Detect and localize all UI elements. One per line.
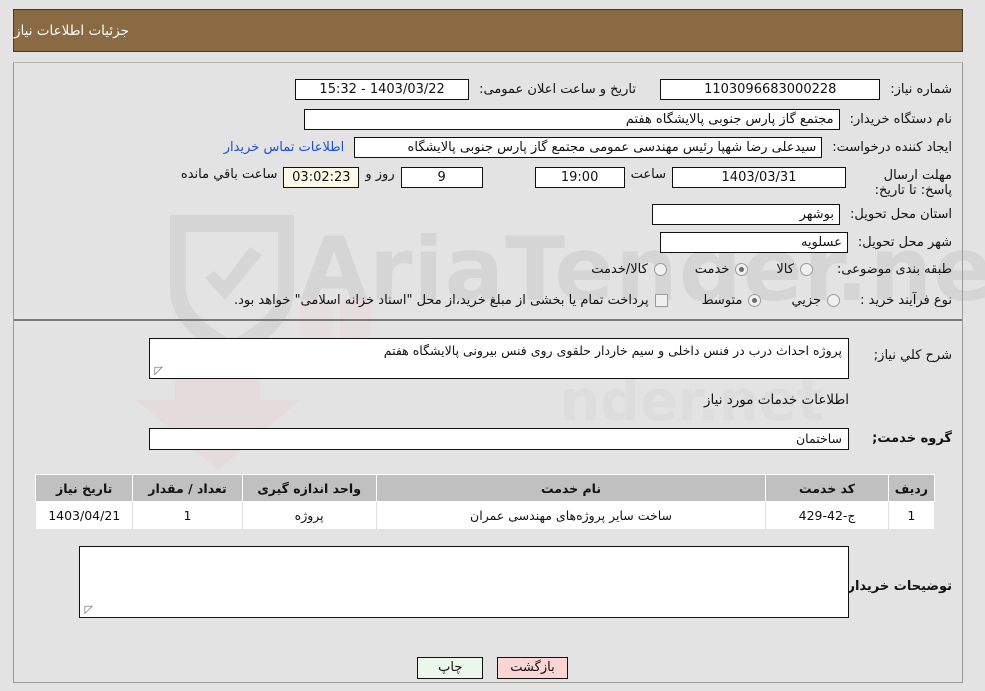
process-label-jozie: جزیي (791, 293, 822, 308)
col-unit: واحد اندازه گیری (241, 474, 377, 502)
row-service-group: گروه خدمت; (872, 431, 952, 446)
services-info-title: اطلاعات خدمات مورد نیاز (704, 392, 849, 408)
category-label-khedmat: خدمت (694, 262, 730, 277)
need-number-value: 1103096683000228 (660, 79, 881, 100)
remaining-clock-label: ساعت باقي مانده (180, 167, 278, 182)
row-summary: شرح کلي نیاز; (874, 342, 952, 363)
treasury-checkbox-label: پرداخت تمام یا بخشی از مبلغ خرید،از محل … (234, 293, 649, 308)
page-header-bar: جزئیات اطلاعات نیاز (13, 9, 963, 52)
cell-unit: پروژه (241, 501, 377, 530)
deadline-time-label: ساعت (630, 167, 666, 182)
row-requester: ایجاد کننده درخواست: سیدعلی رضا شهپا رئی… (224, 137, 952, 158)
service-group-field[interactable]: ساختمان (149, 428, 849, 450)
public-announce-value: 1403/03/22 - 15:32 (295, 79, 470, 100)
col-service-code: کد خدمت (765, 474, 889, 502)
province-value: بوشهر (652, 204, 841, 225)
col-service-name: نام خدمت (375, 474, 767, 502)
table-row: 1 ج-42-429 ساخت سایر پروژه‌های مهندسی عم… (34, 501, 936, 530)
print-button[interactable]: چاپ (417, 657, 484, 679)
row-public-announce: تاریخ و ساعت اعلان عمومی: 1403/03/22 - 1… (295, 79, 636, 100)
public-announce-label: تاریخ و ساعت اعلان عمومی: (479, 82, 636, 97)
service-details-section: شرح کلي نیاز; پروژه احداث درب در فنس داخ… (14, 324, 962, 682)
service-group-value: ساختمان (796, 431, 842, 446)
services-table: ردیف کد خدمت نام خدمت واحد اندازه گیری ت… (34, 474, 936, 530)
page-title: جزئیات اطلاعات نیاز (14, 22, 129, 39)
treasury-checkbox-group[interactable]: پرداخت تمام یا بخشی از مبلغ خرید،از محل … (234, 293, 668, 308)
category-label: طبقه بندی موضوعی: (836, 262, 952, 277)
service-group-label: گروه خدمت; (872, 431, 952, 446)
requester-label: ایجاد کننده درخواست: (832, 140, 952, 155)
buyer-notes-label: توضیحات خریدار; (842, 579, 952, 594)
process-label-motevaset: متوسط (701, 293, 743, 308)
summary-label: شرح کلي نیاز; (873, 348, 952, 363)
category-option-kala[interactable]: کالا (776, 262, 813, 277)
deadline-date-value: 1403/03/31 (672, 167, 846, 188)
need-info-section: شماره نیاز: 1103096683000228 تاریخ و ساع… (14, 63, 962, 321)
buyer-org-value: مجتمع گاز پارس جنوبی پالایشگاه هفتم (303, 109, 840, 130)
row-category: طبقه بندی موضوعی: کالا خدمت کالا/خدمت (591, 262, 952, 277)
treasury-checkbox[interactable] (654, 294, 668, 307)
province-label: استان محل تحویل: (850, 207, 952, 222)
category-label-kala: کالا (776, 262, 794, 277)
footer-actions: بازگشت چاپ (0, 657, 985, 679)
row-deadline: مهلت ارسال پاسخ: تا تاریخ: 1403/03/31 سا… (175, 167, 952, 198)
row-process: نوع فرآیند خرید : جزیي متوسط پرداخت تمام… (234, 293, 952, 308)
category-label-kala-khedmat: کالا/خدمت (591, 262, 648, 277)
process-radio-motevaset[interactable] (748, 294, 762, 307)
buyer-notes-textarea[interactable]: ◸ (79, 546, 849, 618)
remaining-days-value: 9 (400, 167, 483, 188)
resize-grip-icon[interactable]: ◸ (153, 365, 163, 376)
need-number-label: شماره نیاز: (890, 82, 952, 97)
row-buyer-org: نام دستگاه خریدار: مجتمع گاز پارس جنوبی … (303, 109, 952, 130)
resize-grip-icon-notes[interactable]: ◸ (83, 604, 93, 615)
remaining-days-label: روز و (365, 167, 395, 182)
row-province: استان محل تحویل: بوشهر (652, 204, 952, 225)
col-quantity: تعداد / مقدار (132, 474, 243, 502)
row-need-number: شماره نیاز: 1103096683000228 (660, 79, 952, 100)
cell-quantity: 1 (132, 501, 243, 530)
col-need-date: تاریخ نیاز (34, 474, 134, 502)
back-button[interactable]: بازگشت (497, 657, 568, 679)
process-label: نوع فرآیند خرید : (860, 293, 952, 308)
process-option-jozie[interactable]: جزیي (791, 293, 841, 308)
deadline-label: مهلت ارسال پاسخ: تا تاریخ: (874, 168, 952, 198)
category-option-kala-khedmat[interactable]: کالا/خدمت (591, 262, 667, 277)
category-radio-kala[interactable] (799, 263, 813, 276)
buyer-org-label: نام دستگاه خریدار: (849, 112, 952, 127)
requester-value: سیدعلی رضا شهپا رئیس مهندسی عمومی مجتمع … (354, 137, 823, 158)
cell-need-date: 1403/04/21 (34, 501, 134, 530)
cell-service-code: ج-42-429 (765, 501, 889, 530)
buyer-contact-link[interactable]: اطلاعات تماس خریدار (224, 140, 344, 155)
city-value: عسلویه (659, 232, 848, 253)
summary-text: پروژه احداث درب در فنس داخلی و سیم خاردا… (383, 343, 842, 358)
process-option-motevaset[interactable]: متوسط (702, 293, 762, 308)
category-option-khedmat[interactable]: خدمت (695, 262, 749, 277)
remaining-clock-value: 03:02:23 (283, 167, 360, 188)
summary-textarea[interactable]: پروژه احداث درب در فنس داخلی و سیم خاردا… (149, 338, 849, 379)
cell-row-no: 1 (887, 501, 936, 530)
deadline-time-value: 19:00 (534, 167, 625, 188)
row-buyer-notes: توضیحات خریدار; (842, 579, 952, 594)
row-city: شهر محل تحویل: عسلویه (659, 232, 952, 253)
city-label: شهر محل تحویل: (857, 235, 952, 250)
category-radio-khedmat[interactable] (735, 263, 749, 276)
col-row-no: ردیف (887, 474, 936, 502)
category-radio-kala-khedmat[interactable] (653, 263, 667, 276)
cell-service-name: ساخت سایر پروژه‌های مهندسی عمران (375, 501, 767, 530)
page-root: AriaTender.net nder.net جزئیات اطلاعات ن… (0, 0, 985, 691)
process-radio-jozie[interactable] (827, 294, 841, 307)
table-header-row: ردیف کد خدمت نام خدمت واحد اندازه گیری ت… (34, 474, 936, 502)
